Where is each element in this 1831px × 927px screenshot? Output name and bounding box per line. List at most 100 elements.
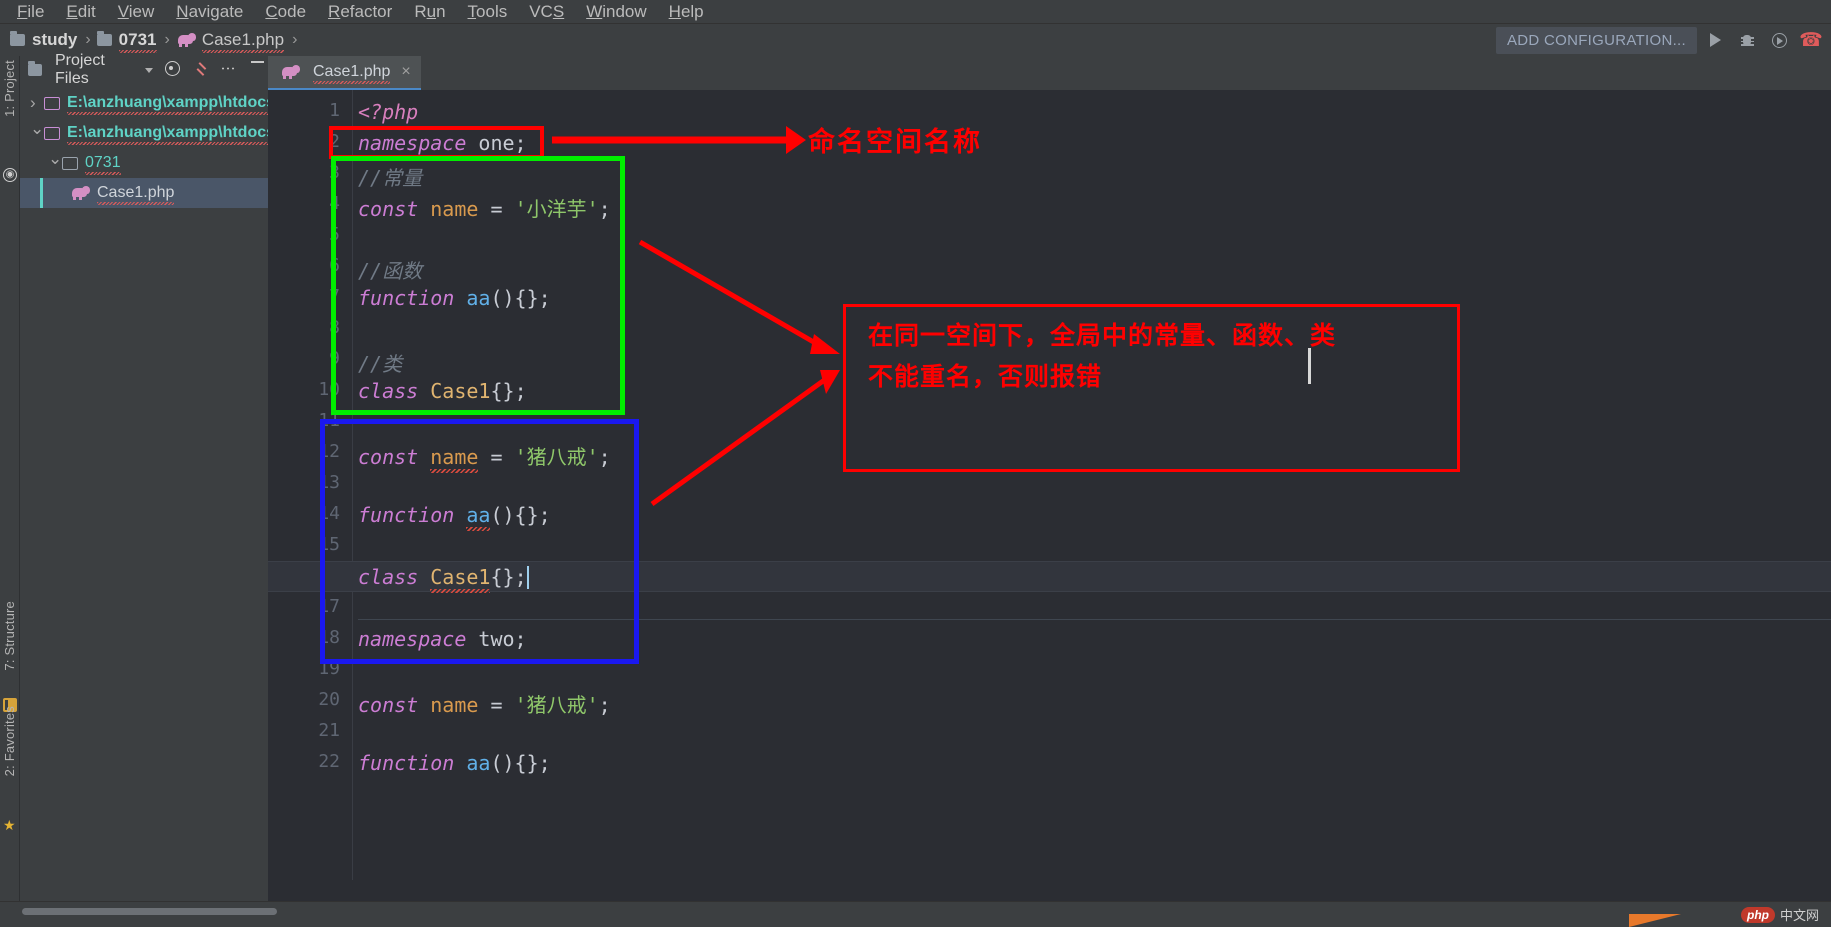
hide-panel-icon[interactable] <box>251 61 268 79</box>
project-view-selector[interactable]: Project Files <box>55 52 137 88</box>
annotation-note-line-1: 在同一空间下，全局中的常量、函数、类 <box>868 321 1337 350</box>
editor-gutter[interactable]: 12345678910111213141516171819202122 <box>268 90 340 880</box>
code-line-20[interactable]: const name = '猪八戒'; <box>358 689 611 718</box>
code-line-7[interactable]: function aa(){}; <box>358 286 551 310</box>
fold-separator <box>358 619 1831 620</box>
php-file-icon <box>70 186 90 200</box>
code-line-18[interactable]: namespace two; <box>358 627 527 651</box>
rail-button-favorites[interactable]: 2: Favorites <box>2 706 17 776</box>
code-line-1[interactable]: <?php <box>358 100 418 124</box>
more-options-icon[interactable]: ⋮ <box>219 61 239 79</box>
menu-item-window[interactable]: Window <box>575 0 657 24</box>
code-token: = <box>478 693 515 717</box>
line-number: 7 <box>329 286 340 307</box>
menu-bar: File Edit View Navigate Code Refactor Run Tools… <box>0 0 1831 24</box>
code-token: Case1 <box>430 379 491 403</box>
debug-bug-icon[interactable] <box>1733 27 1761 53</box>
tree-item-e--anzhuang-xampp-htdocs[interactable]: E:\anzhuang\xampp\htdocs\stu <box>20 118 268 148</box>
editor-tab-case1-php[interactable]: Case1.php × <box>268 56 421 90</box>
code-line-2[interactable]: namespace one; <box>358 131 527 155</box>
text-caret <box>526 566 529 589</box>
breadcrumb-separator: › <box>164 31 170 48</box>
menu-item-help[interactable]: Help <box>658 0 715 24</box>
add-configuration-button[interactable]: ADD CONFIGURATION... <box>1495 26 1697 54</box>
code-token: one <box>478 131 515 155</box>
code-line-4[interactable]: const name = '小洋芋'; <box>358 193 611 222</box>
code-line-16[interactable]: class Case1{}; <box>358 565 529 589</box>
project-horizontal-scrollbar-thumb[interactable] <box>22 908 277 915</box>
code-line-6[interactable]: //函数 <box>358 255 422 284</box>
decorative-orange-flag <box>1629 914 1681 927</box>
watermark-site-label: 中文网 <box>1779 908 1819 923</box>
run-toolbar: ADD CONFIGURATION... ☎ <box>1495 26 1831 54</box>
code-token: //函数 <box>358 259 423 283</box>
code-token: '猪八戒' <box>514 693 599 717</box>
phone-call-icon[interactable]: ☎ <box>1797 27 1825 53</box>
chevron-down-icon[interactable] <box>30 123 44 143</box>
editor-tab-bar: Case1.php × <box>268 56 1831 90</box>
left-tool-rail: 1: Project ◉ 7: Structure 2: Favorites ★ <box>0 56 20 901</box>
line-number: 4 <box>329 193 340 214</box>
close-icon[interactable]: × <box>401 63 410 81</box>
code-line-3[interactable]: //常量 <box>358 162 422 191</box>
code-editor[interactable]: 12345678910111213141516171819202122 <?ph… <box>268 90 1831 880</box>
code-token: name <box>430 693 479 717</box>
breadcrumb-item-0731[interactable]: 0731 <box>96 30 157 53</box>
code-token: //常量 <box>358 166 423 190</box>
menu-item-vcs[interactable]: VCS <box>518 0 575 24</box>
tree-item-0731[interactable]: 0731 <box>20 148 268 178</box>
breadcrumb-separator: › <box>85 31 91 48</box>
menu-item-file[interactable]: File <box>6 0 55 24</box>
chevron-down-icon[interactable] <box>144 67 153 73</box>
rail-project-label: 1: Project <box>2 60 17 117</box>
module-folder-icon <box>44 96 60 110</box>
tree-item-case1-php[interactable]: Case1.php <box>20 178 268 208</box>
code-line-14[interactable]: function aa(){}; <box>358 503 551 527</box>
menu-item-navigate[interactable]: Navigate <box>165 0 254 24</box>
code-token: namespace <box>358 131 467 155</box>
tree-item-e--anzhuang-xampp-htdocs[interactable]: E:\anzhuang\xampp\htdocs\my <box>20 88 268 118</box>
code-token: ; <box>598 197 611 221</box>
code-token: const <box>358 197 419 221</box>
line-number: 12 <box>318 441 340 462</box>
project-window-icon[interactable]: ◉ <box>3 168 17 182</box>
breadcrumb-item-case1-php[interactable]: Case1.php <box>176 30 285 53</box>
code-token: ; <box>514 131 527 155</box>
code-line-10[interactable]: class Case1{}; <box>358 379 527 403</box>
tree-item-label: 0731 <box>85 154 121 175</box>
code-token: ; <box>598 693 611 717</box>
menu-item-tools[interactable]: Tools <box>457 0 519 24</box>
code-token: //类 <box>358 352 403 376</box>
code-token: {}; <box>490 565 527 589</box>
code-token: function <box>358 286 455 310</box>
favorites-star-icon[interactable]: ★ <box>3 818 17 832</box>
breadcrumb-item-study[interactable]: study <box>10 30 77 50</box>
code-token: ; <box>514 627 527 651</box>
rail-button-project[interactable]: 1: Project <box>2 60 17 117</box>
code-line-22[interactable]: function aa(){}; <box>358 751 551 775</box>
code-line-12[interactable]: const name = '猪八戒'; <box>358 441 611 470</box>
watermark: php 中文网 <box>1740 905 1819 924</box>
editor-tab-label: Case1.php <box>313 63 391 84</box>
locate-target-icon[interactable] <box>164 61 182 79</box>
menu-item-refactor[interactable]: Refactor <box>317 0 403 24</box>
collapse-all-icon[interactable] <box>194 61 211 79</box>
code-line-9[interactable]: //类 <box>358 348 402 377</box>
folder-icon <box>96 31 112 46</box>
menu-item-view[interactable]: View <box>107 0 166 24</box>
menu-item-run[interactable]: Run <box>403 0 456 24</box>
menu-item-code[interactable]: Code <box>254 0 317 24</box>
chevron-right-icon[interactable] <box>30 93 44 113</box>
run-with-coverage-icon[interactable] <box>1765 27 1793 53</box>
code-token: aa <box>466 503 491 527</box>
rail-button-structure[interactable]: 7: Structure <box>2 601 17 671</box>
menu-item-edit[interactable]: Edit <box>55 0 106 24</box>
chevron-down-icon[interactable] <box>48 153 62 173</box>
code-token: '猪八戒' <box>514 445 599 469</box>
run-play-icon[interactable] <box>1701 27 1729 53</box>
line-number: 13 <box>318 472 340 493</box>
